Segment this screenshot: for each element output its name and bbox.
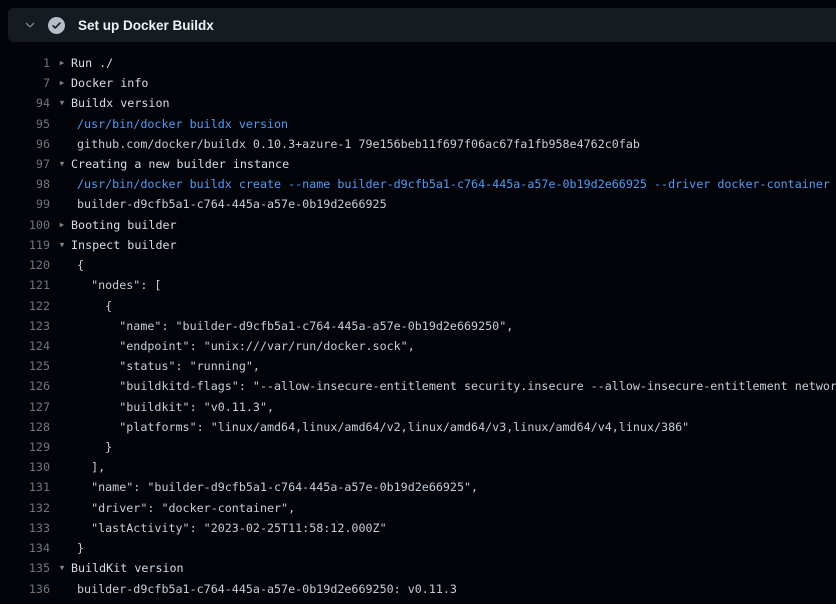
- log-text: Docker info: [71, 73, 148, 93]
- log-line: 127 "buildkit": "v0.11.3",: [0, 397, 836, 417]
- line-number[interactable]: 97: [0, 154, 50, 174]
- log-line: 134}: [0, 538, 836, 558]
- log-text: "platforms": "linux/amd64,linux/amd64/v2…: [77, 417, 689, 437]
- line-number[interactable]: 136: [0, 579, 50, 599]
- line-number[interactable]: 122: [0, 296, 50, 316]
- triangle-down-icon: ▼: [57, 235, 67, 255]
- chevron-down-icon[interactable]: [22, 17, 38, 33]
- log-text: /usr/bin/docker buildx create --name bui…: [77, 174, 830, 194]
- log-text: builder-d9cfb5a1-c764-445a-a57e-0b19d2e6…: [77, 579, 457, 599]
- log-text: ],: [77, 457, 105, 477]
- log-text: Buildx version: [71, 93, 170, 113]
- log-group-line[interactable]: 97 ▼Creating a new builder instance: [0, 154, 836, 174]
- log-line: 124 "endpoint": "unix:///var/run/docker.…: [0, 336, 836, 356]
- line-number[interactable]: 130: [0, 457, 50, 477]
- line-number[interactable]: 135: [0, 558, 50, 578]
- line-number[interactable]: 126: [0, 376, 50, 396]
- log-line: 129 }: [0, 437, 836, 457]
- log-text: "endpoint": "unix:///var/run/docker.sock…: [77, 336, 415, 356]
- line-number[interactable]: 125: [0, 356, 50, 376]
- log-line: 128 "platforms": "linux/amd64,linux/amd6…: [0, 417, 836, 437]
- log-text: /usr/bin/docker buildx version: [77, 114, 288, 134]
- log-line: 96 github.com/docker/buildx 0.10.3+azure-…: [0, 134, 836, 154]
- log-line: 133 "lastActivity": "2023-02-25T11:58:12…: [0, 518, 836, 538]
- log-text: "buildkit": "v0.11.3",: [77, 397, 274, 417]
- line-number[interactable]: 120: [0, 255, 50, 275]
- step-title: Set up Docker Buildx: [78, 18, 214, 33]
- log-text: github.com/docker/buildx 0.10.3+azure-1 …: [77, 134, 640, 154]
- log-text: "lastActivity": "2023-02-25T11:58:12.000…: [77, 518, 387, 538]
- line-number[interactable]: 121: [0, 275, 50, 295]
- log-group-line[interactable]: 94 ▼Buildx version: [0, 93, 836, 113]
- log-group-line[interactable]: 119 ▼Inspect builder: [0, 235, 836, 255]
- log-text: {: [77, 255, 84, 275]
- line-number[interactable]: 129: [0, 437, 50, 457]
- line-number[interactable]: 96: [0, 134, 50, 154]
- line-number[interactable]: 119: [0, 235, 50, 255]
- log-group-line[interactable]: 135 ▼BuildKit version: [0, 558, 836, 578]
- log-line: 136 builder-d9cfb5a1-c764-445a-a57e-0b19d…: [0, 579, 836, 599]
- line-number[interactable]: 132: [0, 498, 50, 518]
- triangle-down-icon: ▼: [57, 93, 67, 113]
- log-line: 122 {: [0, 296, 836, 316]
- log-text: }: [77, 538, 84, 558]
- line-number[interactable]: 7: [0, 73, 50, 93]
- log-text: BuildKit version: [71, 558, 184, 578]
- log-viewer: 1▶Run ./7▶Docker info94▼Buildx version95…: [0, 53, 836, 599]
- log-text: Inspect builder: [71, 235, 177, 255]
- line-number[interactable]: 99: [0, 194, 50, 214]
- log-group-line[interactable]: 1 ▶Run ./: [0, 53, 836, 73]
- log-text: Booting builder: [71, 215, 177, 235]
- log-line: 130 ],: [0, 457, 836, 477]
- log-text: }: [77, 437, 112, 457]
- log-group-line[interactable]: 100 ▶Booting builder: [0, 215, 836, 235]
- line-number[interactable]: 123: [0, 316, 50, 336]
- step-header[interactable]: Set up Docker Buildx: [8, 8, 836, 42]
- line-number[interactable]: 100: [0, 215, 50, 235]
- triangle-right-icon: ▶: [57, 215, 67, 235]
- line-number[interactable]: 134: [0, 538, 50, 558]
- log-text: "driver": "docker-container",: [77, 498, 295, 518]
- log-line: 131 "name": "builder-d9cfb5a1-c764-445a-…: [0, 477, 836, 497]
- line-number[interactable]: 128: [0, 417, 50, 437]
- log-text: "name": "builder-d9cfb5a1-c764-445a-a57e…: [77, 316, 513, 336]
- triangle-right-icon: ▶: [57, 73, 67, 93]
- line-number[interactable]: 127: [0, 397, 50, 417]
- line-number[interactable]: 98: [0, 174, 50, 194]
- log-line: 95/usr/bin/docker buildx version: [0, 114, 836, 134]
- triangle-right-icon: ▶: [57, 53, 67, 73]
- check-circle-icon: [48, 17, 65, 34]
- log-line: 125 "status": "running",: [0, 356, 836, 376]
- log-text: Creating a new builder instance: [71, 154, 289, 174]
- log-line: 123 "name": "builder-d9cfb5a1-c764-445a-…: [0, 316, 836, 336]
- line-number[interactable]: 133: [0, 518, 50, 538]
- triangle-down-icon: ▼: [57, 558, 67, 578]
- log-line: 132 "driver": "docker-container",: [0, 498, 836, 518]
- log-text: "buildkitd-flags": "--allow-insecure-ent…: [77, 376, 836, 396]
- log-text: {: [77, 296, 112, 316]
- log-line: 98/usr/bin/docker buildx create --name b…: [0, 174, 836, 194]
- line-number[interactable]: 95: [0, 114, 50, 134]
- log-text: "status": "running",: [77, 356, 260, 376]
- log-text: "nodes": [: [77, 275, 161, 295]
- log-text: Run ./: [71, 53, 113, 73]
- line-number[interactable]: 124: [0, 336, 50, 356]
- line-number[interactable]: 131: [0, 477, 50, 497]
- log-text: "name": "builder-d9cfb5a1-c764-445a-a57e…: [77, 477, 478, 497]
- log-line: 126 "buildkitd-flags": "--allow-insecure…: [0, 376, 836, 396]
- line-number[interactable]: 94: [0, 93, 50, 113]
- log-line: 121 "nodes": [: [0, 275, 836, 295]
- triangle-down-icon: ▼: [57, 154, 67, 174]
- log-text: builder-d9cfb5a1-c764-445a-a57e-0b19d2e6…: [77, 194, 387, 214]
- log-group-line[interactable]: 7 ▶Docker info: [0, 73, 836, 93]
- log-line: 120 {: [0, 255, 836, 275]
- line-number[interactable]: 1: [0, 53, 50, 73]
- log-line: 99 builder-d9cfb5a1-c764-445a-a57e-0b19d2…: [0, 194, 836, 214]
